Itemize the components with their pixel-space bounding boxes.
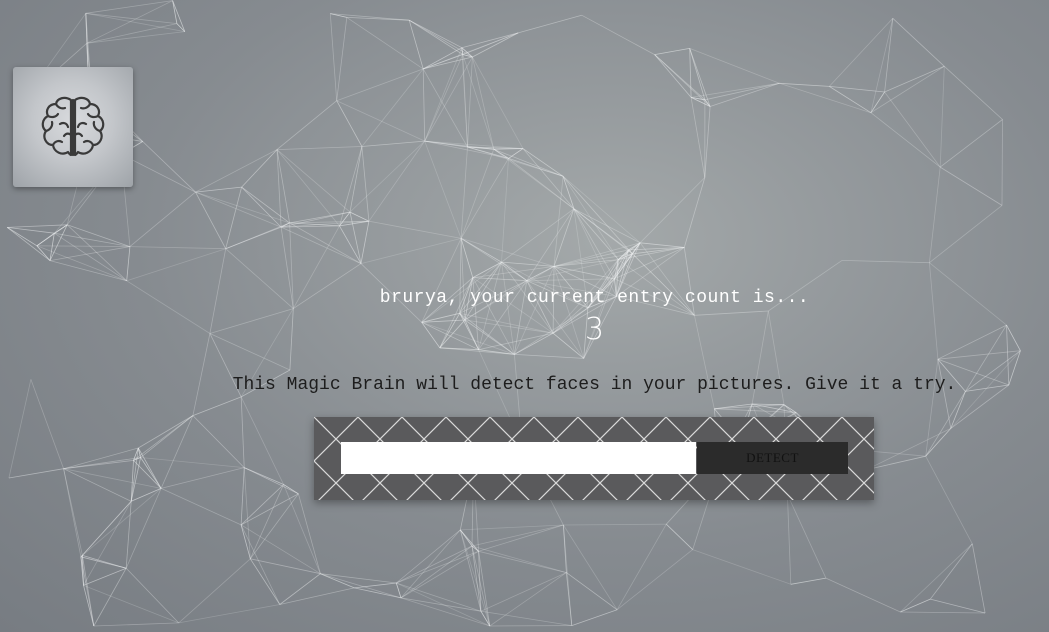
image-link-form: DETECT	[314, 417, 874, 500]
brain-icon	[41, 96, 105, 157]
detect-button[interactable]: DETECT	[697, 442, 848, 474]
logo[interactable]	[13, 67, 133, 187]
intro-text: This Magic Brain will detect faces in yo…	[232, 375, 957, 395]
entry-count-value: 3	[584, 312, 605, 347]
image-url-input[interactable]	[341, 442, 696, 474]
entry-count-message: brurya, your current entry count is...	[379, 288, 810, 308]
